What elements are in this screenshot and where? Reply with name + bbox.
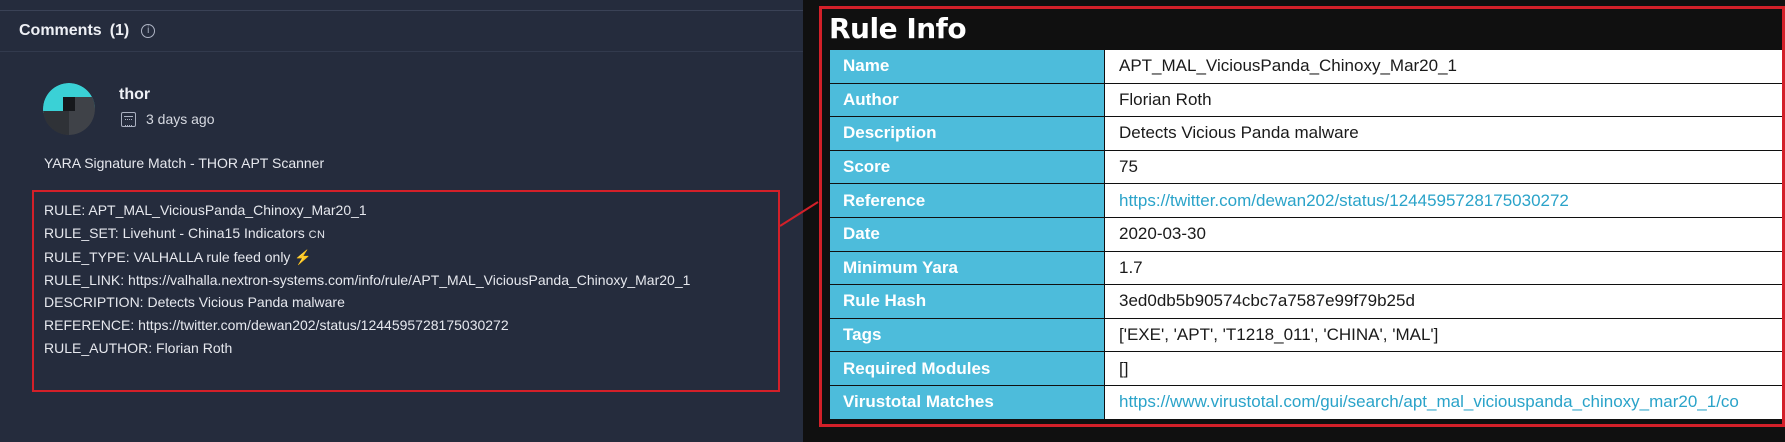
comments-title: Comments <box>19 22 102 39</box>
cn-tag: CN <box>308 228 326 241</box>
rule-set-line: RULE_SET: Livehunt - China15 Indicators … <box>44 222 690 247</box>
rule-type-line: RULE_TYPE: VALHALLA rule feed only ⚡ <box>44 246 690 269</box>
comment-timestamp: 3 days ago <box>121 111 215 127</box>
rule-type-text: RULE_TYPE: VALHALLA rule feed only <box>44 249 291 266</box>
comments-count: (1) <box>109 22 130 39</box>
divider <box>0 51 803 52</box>
divider <box>0 10 803 11</box>
comments-panel: Comments (1) i thor 3 days ago YARA Sign… <box>0 0 803 442</box>
rule-link-line: RULE_LINK: https://valhalla.nextron-syst… <box>44 271 691 288</box>
timestamp-text: 3 days ago <box>146 111 215 127</box>
rule-author-line: RULE_AUTHOR: Florian Roth <box>44 339 233 356</box>
comment-title: YARA Signature Match - THOR APT Scanner <box>44 155 325 171</box>
rule-line: RULE: APT_MAL_ViciousPanda_Chinoxy_Mar20… <box>44 202 367 218</box>
avatar[interactable] <box>43 83 95 135</box>
rule-info-panel: Rule Info Name APT_MAL_ViciousPanda_Chino… <box>803 0 1785 442</box>
comments-header: Comments (1) i <box>19 22 156 40</box>
rule-set-text: RULE_SET: Livehunt - China15 Indicators <box>44 224 305 241</box>
description-line: DESCRIPTION: Detects Vicious Panda malwa… <box>44 294 345 311</box>
calendar-icon <box>121 111 136 127</box>
comment-body: RULE: APT_MAL_ViciousPanda_Chinoxy_Mar20… <box>44 199 690 359</box>
lightning-icon: ⚡ <box>294 249 312 266</box>
comment-author[interactable]: thor <box>119 86 150 104</box>
info-icon[interactable]: i <box>141 24 156 38</box>
highlight-box <box>819 6 1785 427</box>
thor-logo-icon <box>43 83 95 135</box>
reference-line: REFERENCE: https://twitter.com/dewan202/… <box>44 316 509 333</box>
